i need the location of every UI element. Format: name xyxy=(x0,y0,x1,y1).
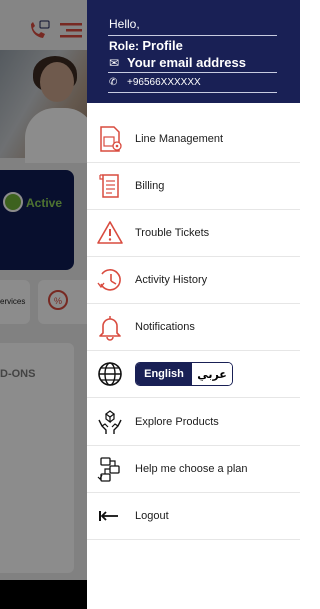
menu-label: Trouble Tickets xyxy=(135,227,210,239)
menu-item-activity-history[interactable]: Activity History xyxy=(87,257,300,304)
clock-history-icon xyxy=(97,269,121,291)
menu-item-explore-products[interactable]: Explore Products xyxy=(87,399,300,446)
phone-icon: ✆ xyxy=(109,77,118,88)
language-toggle: English عربي xyxy=(135,362,233,386)
divider xyxy=(108,72,277,73)
menu-label: Line Management xyxy=(135,133,224,145)
email-value: Your email address xyxy=(127,55,246,70)
greeting: Hello, xyxy=(109,17,140,31)
menu-item-billing[interactable]: Billing xyxy=(87,163,300,210)
bell-icon xyxy=(99,316,121,341)
role-value: Profile xyxy=(142,38,183,53)
divider xyxy=(108,92,277,93)
email-row: ✉ Your email address xyxy=(109,55,246,70)
menu-item-help-choose-plan[interactable]: Help me choose a plan xyxy=(87,446,300,493)
drawer-header: Hello, Role: Profile ✉ Your email address… xyxy=(87,0,300,103)
menu-item-line-management[interactable]: Line Management xyxy=(87,116,300,163)
globe-icon xyxy=(98,362,122,386)
phone-row: ✆ +96566XXXXXX xyxy=(109,77,201,88)
phone-value: +96566XXXXXX xyxy=(127,77,201,88)
menu-label: Activity History xyxy=(135,274,208,286)
language-option-arabic[interactable]: عربي xyxy=(192,363,232,385)
menu-label: Billing xyxy=(135,180,165,192)
plan-chooser-icon xyxy=(97,457,120,482)
menu-label: Logout xyxy=(135,510,169,522)
divider xyxy=(108,35,277,36)
hands-box-icon xyxy=(98,410,122,434)
menu-item-notifications[interactable]: Notifications xyxy=(87,304,300,351)
drawer-scrim[interactable] xyxy=(0,0,87,580)
menu-item-logout[interactable]: Logout xyxy=(87,493,300,540)
bill-document-icon xyxy=(99,174,119,198)
logout-arrow-icon xyxy=(99,511,118,521)
system-bottom-bar xyxy=(0,580,87,609)
language-option-english[interactable]: English xyxy=(136,363,192,385)
role-label: Role: xyxy=(109,39,139,53)
menu-label: Explore Products xyxy=(135,416,219,428)
menu-label: Help me choose a plan xyxy=(135,463,248,475)
envelope-icon: ✉ xyxy=(109,56,120,70)
background-app: Active ervices % D-ONS xyxy=(0,0,87,580)
sim-card-gear-icon xyxy=(100,126,122,152)
menu-item-language: English عربي xyxy=(87,351,300,398)
menu-label: Notifications xyxy=(135,321,195,333)
role-row: Role: Profile xyxy=(109,38,183,53)
warning-triangle-icon xyxy=(97,221,123,244)
navigation-drawer: Hello, Role: Profile ✉ Your email address… xyxy=(87,0,300,609)
menu-item-trouble-tickets[interactable]: Trouble Tickets xyxy=(87,210,300,257)
